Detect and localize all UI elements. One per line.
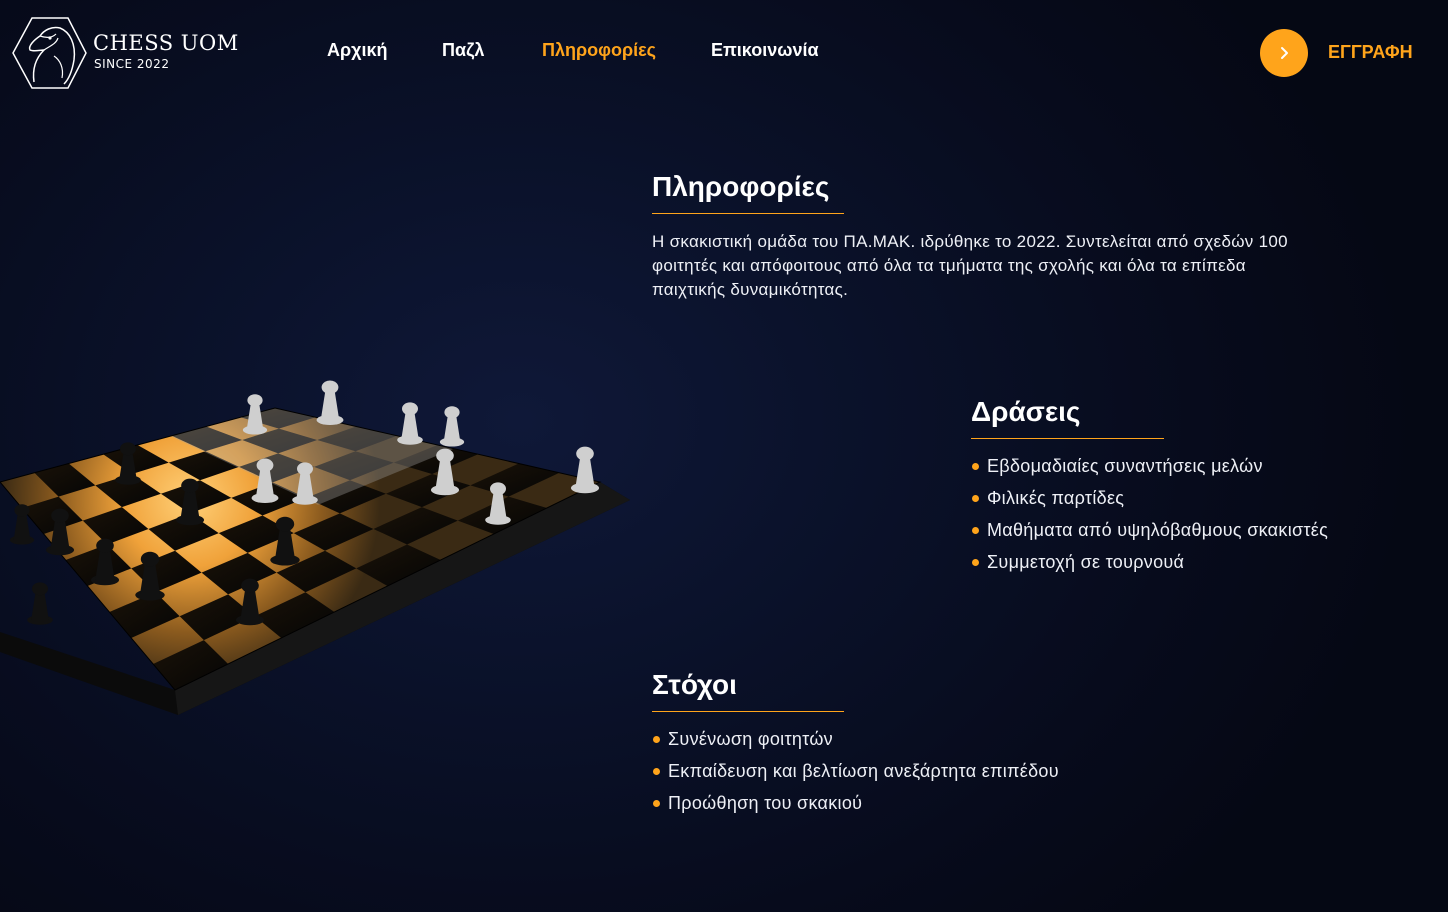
bullet-dot-icon <box>653 800 660 807</box>
bullet-dot-icon <box>972 463 979 470</box>
nav-info-link[interactable]: Πληροφορίες <box>542 40 656 61</box>
activity-item-label: Συμμετοχή σε τουρνουά <box>987 552 1185 572</box>
activities-title-underline <box>971 438 1164 439</box>
bullet-dot-icon <box>972 559 979 566</box>
activity-item-label: Φιλικές παρτίδες <box>987 488 1125 508</box>
goals-title-underline <box>652 711 844 712</box>
activity-item: Μαθήματα από υψηλόβαθμους σκακιστές <box>971 514 1328 546</box>
chevron-right-icon <box>1281 47 1288 59</box>
goal-item: Προώθηση του σκακιού <box>652 787 1059 819</box>
bullet-dot-icon <box>972 495 979 502</box>
activity-item-label: Εβδομαδιαίες συναντήσεις μελών <box>987 456 1263 476</box>
bullet-dot-icon <box>653 768 660 775</box>
goal-item-label: Συνένωση φοιτητών <box>668 729 833 749</box>
activity-item-label: Μαθήματα από υψηλόβαθμους σκακιστές <box>987 520 1329 540</box>
activity-item: Συμμετοχή σε τουρνουά <box>971 546 1328 578</box>
brand-subtitle: SINCE 2022 <box>94 57 170 71</box>
nav-contact-link[interactable]: Επικοινωνία <box>711 40 819 61</box>
bullet-dot-icon <box>653 736 660 743</box>
goal-item: Συνένωση φοιτητών <box>652 723 1059 755</box>
register-button[interactable] <box>1260 29 1308 77</box>
info-title: Πληροφορίες <box>652 171 830 202</box>
goal-item-label: Εκπαίδευση και βελτίωση ανεξάρτητα επιπέ… <box>668 761 1059 781</box>
goal-item: Εκπαίδευση και βελτίωση ανεξάρτητα επιπέ… <box>652 755 1059 787</box>
goals-list: Συνένωση φοιτητών Εκπαίδευση και βελτίωσ… <box>652 723 1059 819</box>
bullet-dot-icon <box>972 527 979 534</box>
activity-item: Φιλικές παρτίδες <box>971 482 1328 514</box>
goal-item-label: Προώθηση του σκακιού <box>668 793 863 813</box>
info-text: Η σκακιστική ομάδα του ΠΑ.ΜΑΚ. ιδρύθηκε … <box>652 232 1288 299</box>
nav-home-link[interactable]: Αρχική <box>327 40 388 61</box>
register-link[interactable]: ΕΓΓΡΑΦΗ <box>1328 42 1413 63</box>
activities-list: Εβδομαδιαίες συναντήσεις μελών Φιλικές π… <box>971 450 1328 578</box>
nav-puzzles-link[interactable]: Παζλ <box>442 40 484 61</box>
knight-hexagon-icon <box>12 17 87 89</box>
info-title-underline <box>652 213 844 214</box>
activities-title: Δράσεις <box>971 396 1081 427</box>
brand-title: CHESS UOM <box>93 31 239 55</box>
activity-item: Εβδομαδιαίες συναντήσεις μελών <box>971 450 1328 482</box>
chessboard-illustration <box>0 380 630 715</box>
goals-title: Στόχοι <box>652 669 737 700</box>
brand-logo[interactable]: CHESS UOM SINCE 2022 <box>10 16 240 90</box>
